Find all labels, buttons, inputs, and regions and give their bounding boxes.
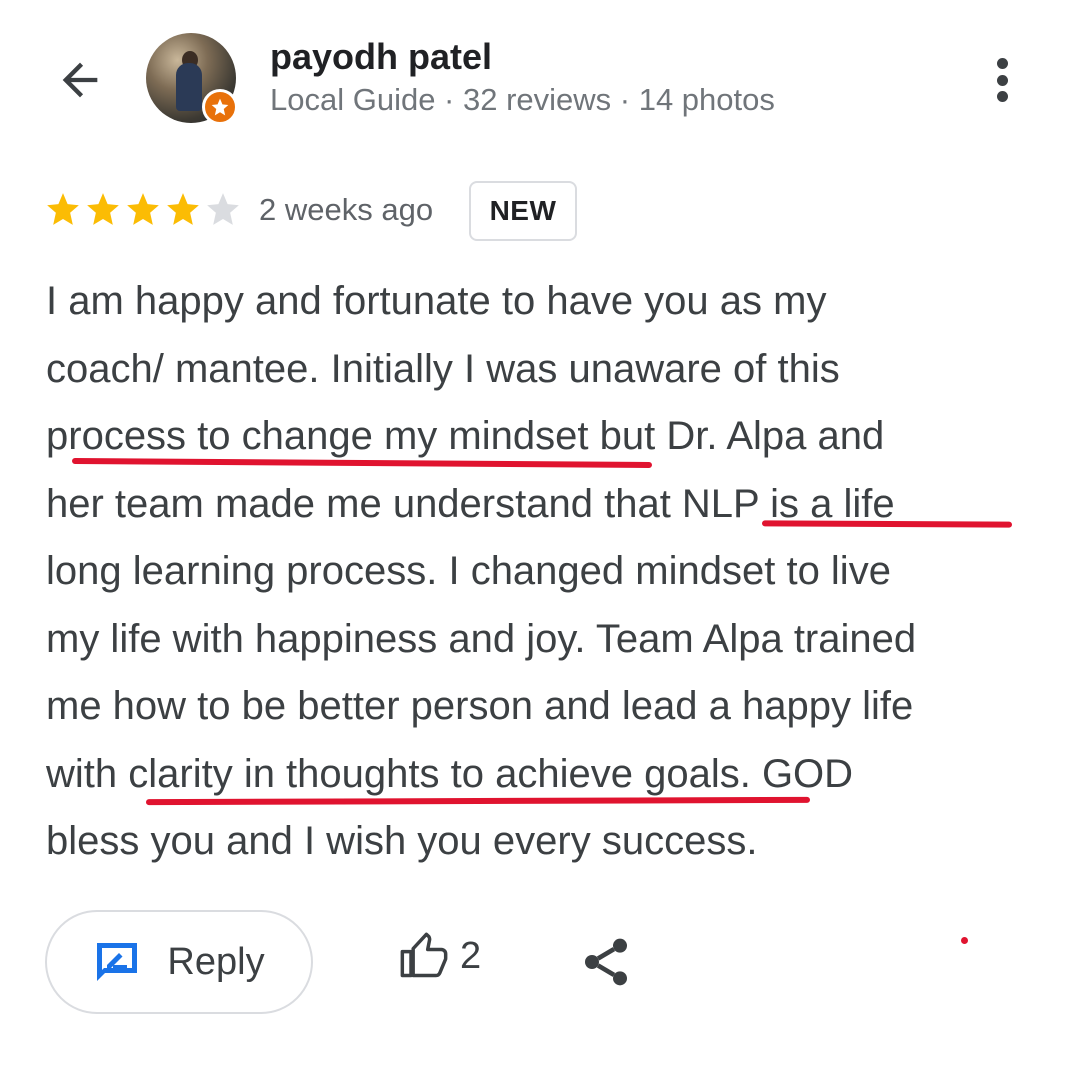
review-line: I am happy and fortunate to have you as … (46, 279, 827, 323)
review-line: coach/ mantee. Initially I was unaware o… (46, 346, 840, 391)
review-line: bless you and I wish you every success. (46, 819, 758, 863)
reviewer-name[interactable]: payodh patel (270, 36, 492, 78)
review-line: me how to be better person and lead a ha… (46, 684, 914, 728)
star-filled-icon (167, 193, 199, 225)
review-text: I am happy and fortunate to have you as … (46, 268, 1046, 876)
thumb-up-icon (400, 932, 448, 978)
local-guide-badge-icon (202, 89, 238, 125)
reviewer-meta: Local Guide · 32 reviews · 14 photos (270, 82, 775, 117)
like-count: 2 (460, 934, 482, 977)
share-icon (585, 938, 627, 986)
reply-button[interactable]: Reply (45, 910, 313, 1014)
star-filled-icon (47, 193, 79, 225)
back-button[interactable] (50, 50, 110, 110)
review-line: long learning process. I changed mindset… (46, 549, 891, 593)
star-empty-icon (207, 193, 239, 225)
highlight-underline (761, 520, 1013, 528)
review-line: her team made me understand that NLP is … (46, 481, 895, 526)
red-mark (961, 937, 968, 944)
avatar[interactable] (146, 33, 238, 125)
like-button[interactable]: 2 (398, 930, 481, 982)
more-vert-icon (996, 58, 1008, 69)
new-badge: NEW (469, 181, 577, 241)
reply-label: Reply (167, 940, 265, 983)
star-rating (44, 190, 242, 228)
review-time: 2 weeks ago (259, 192, 434, 227)
share-button[interactable] (578, 934, 634, 990)
star-filled-icon (127, 193, 159, 225)
review-line: my life with happiness and joy. Team Alp… (46, 616, 917, 661)
star-filled-icon (87, 193, 119, 225)
reply-edit-icon (97, 943, 138, 981)
more-options-button[interactable] (980, 50, 1024, 110)
arrow-left-icon (62, 62, 98, 98)
